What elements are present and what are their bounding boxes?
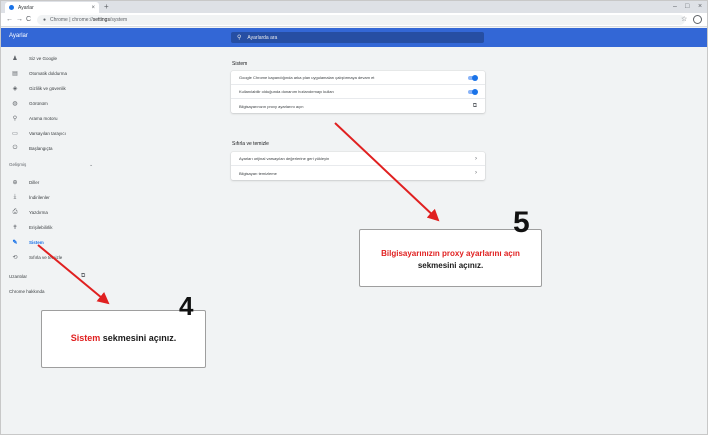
step-number-5: 5 <box>513 206 530 239</box>
callout-step5-highlight-line: Bilgisayarınızın proxy ayarlarını açın <box>360 249 541 258</box>
step-number-4: 4 <box>179 291 194 321</box>
annotation-arrow-step4 <box>37 244 110 305</box>
callout-step5-instruction: sekmesini açınız. <box>417 261 484 270</box>
callout-step4-highlight: Sistem <box>70 333 101 343</box>
callout-step4-text: Sistem sekmesini açınız. <box>42 333 205 343</box>
annotation-arrow-step5 <box>334 122 440 222</box>
callout-step5-highlight: Bilgisayarınızın proxy ayarlarını açın <box>381 249 520 258</box>
callout-step4-instruction: sekmesini açınız. <box>100 333 177 343</box>
screenshot-root: Ayarlar × + – □ × ← → C ● Chrome | chrom… <box>0 0 708 435</box>
annotation-arrows <box>37 122 440 305</box>
